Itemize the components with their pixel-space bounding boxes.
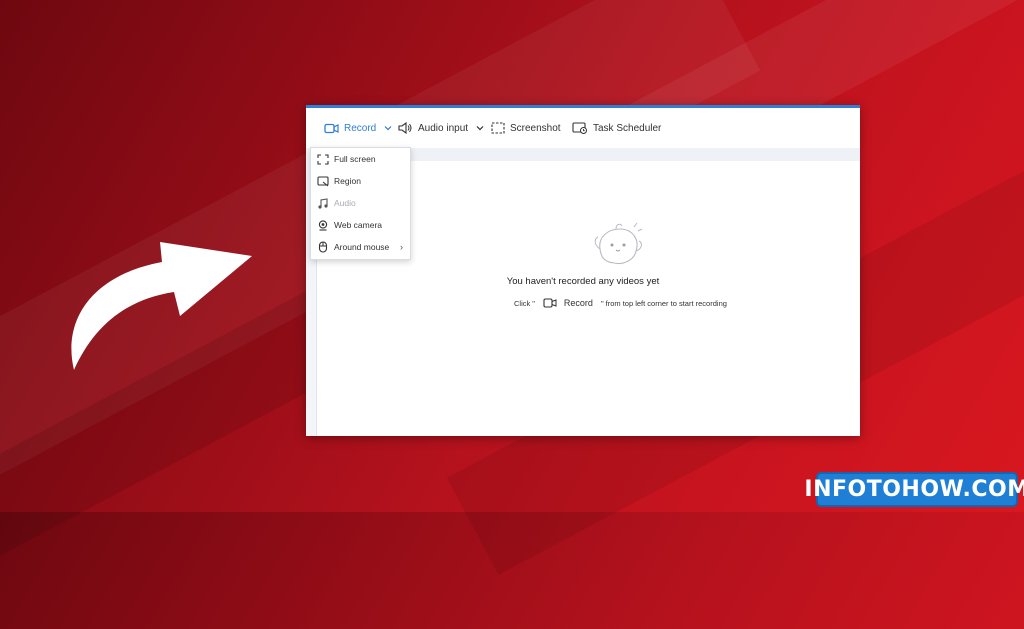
record-dropdown-button[interactable]: Record xyxy=(324,119,392,137)
screenshot-label: Screenshot xyxy=(510,122,561,134)
menu-item-label: Web camera xyxy=(334,220,383,230)
menu-item-region[interactable]: Region xyxy=(311,170,410,192)
record-dropdown-menu: Full screen Region Audio Web camera Arou… xyxy=(310,147,411,260)
screenshot-button[interactable]: Screenshot xyxy=(491,119,561,137)
hint-suffix: from top left corner to start recording xyxy=(605,298,727,308)
screenshot-icon xyxy=(491,122,505,134)
empty-state-illustration xyxy=(594,222,643,265)
chevron-right-icon: › xyxy=(400,242,403,252)
mouse-icon xyxy=(318,241,328,253)
task-scheduler-label: Task Scheduler xyxy=(593,122,662,134)
toolbar: Record Audio input Screenshot Task Sched… xyxy=(306,108,860,148)
video-camera-icon xyxy=(324,123,339,133)
menu-item-audio[interactable]: Audio xyxy=(311,192,410,214)
app-window: Record Audio input Screenshot Task Sched… xyxy=(306,105,860,436)
menu-item-full-screen[interactable]: Full screen xyxy=(311,148,410,170)
hint-prefix: Click xyxy=(514,298,531,308)
curved-arrow-icon xyxy=(71,242,252,370)
fullscreen-icon xyxy=(317,153,329,165)
hint-quote-close: " xyxy=(600,298,604,308)
video-camera-icon xyxy=(543,298,557,308)
audio-input-label: Audio input xyxy=(418,122,469,134)
webcam-icon xyxy=(318,219,328,231)
hint-record-button-text: Record xyxy=(563,298,593,308)
empty-state-hint: Click " Record " from top left corner to… xyxy=(514,298,727,308)
music-note-icon xyxy=(318,197,328,209)
speaker-icon xyxy=(398,122,412,134)
scheduler-icon xyxy=(572,122,587,134)
record-label: Record xyxy=(344,122,377,134)
menu-item-around-mouse[interactable]: Around mouse › xyxy=(311,236,410,258)
region-icon xyxy=(317,175,329,186)
empty-state-title: You haven't recorded any videos yet xyxy=(506,276,660,287)
menu-item-label: Around mouse xyxy=(334,242,390,252)
task-scheduler-button[interactable]: Task Scheduler xyxy=(572,119,661,137)
menu-item-label: Audio xyxy=(334,198,356,208)
menu-item-web-camera[interactable]: Web camera xyxy=(311,214,410,236)
chevron-down-icon xyxy=(476,126,484,131)
chevron-down-icon xyxy=(384,126,392,131)
site-watermark: INFOTOHOW.COM xyxy=(804,474,1024,505)
audio-input-dropdown-button[interactable]: Audio input xyxy=(398,119,484,137)
hint-quote-open: " xyxy=(532,298,535,308)
menu-item-label: Full screen xyxy=(334,154,376,164)
menu-item-label: Region xyxy=(334,176,361,186)
